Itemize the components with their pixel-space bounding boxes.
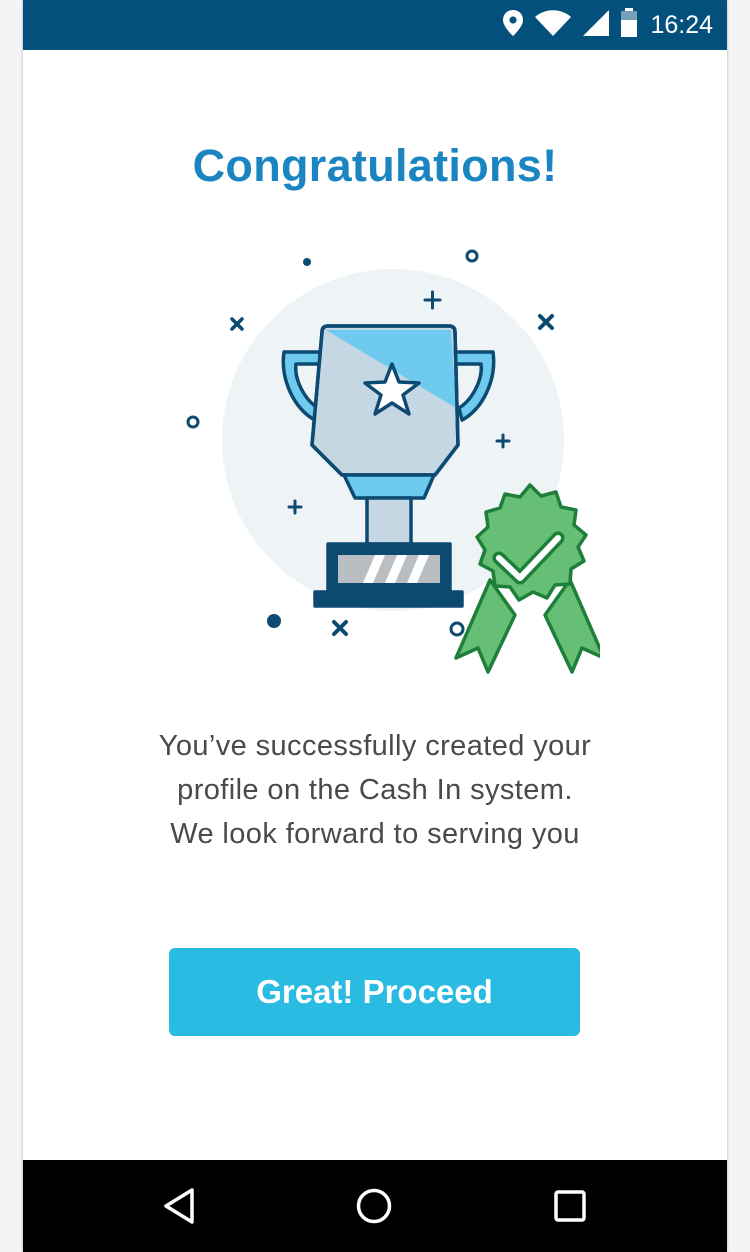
success-message: You’ve successfully created your profile… [83,724,667,856]
status-bar: 16:24 [23,0,727,50]
status-icons: 16:24 [502,0,713,50]
message-line-2: profile on the Cash In system. [177,774,573,806]
cell-signal-icon [582,9,610,42]
message-line-3: We look forward to serving you [170,818,580,850]
navigation-bar [23,1160,727,1252]
proceed-button[interactable]: Great! Proceed [169,948,580,1036]
phone-screen: 16:24 Congratulations! You’ve successful… [23,0,727,1252]
back-icon [164,1188,194,1224]
home-icon [356,1188,392,1224]
back-button[interactable] [149,1180,209,1232]
recents-icon [554,1190,586,1222]
page-title: Congratulations! [192,140,558,191]
wifi-icon [534,9,572,42]
location-icon [502,9,524,42]
status-time: 16:24 [650,10,713,39]
battery-icon [620,7,638,43]
success-illustration [160,240,606,690]
home-button[interactable] [344,1180,404,1232]
recents-button[interactable] [540,1180,600,1232]
message-line-1: You’ve successfully created your [158,730,592,762]
